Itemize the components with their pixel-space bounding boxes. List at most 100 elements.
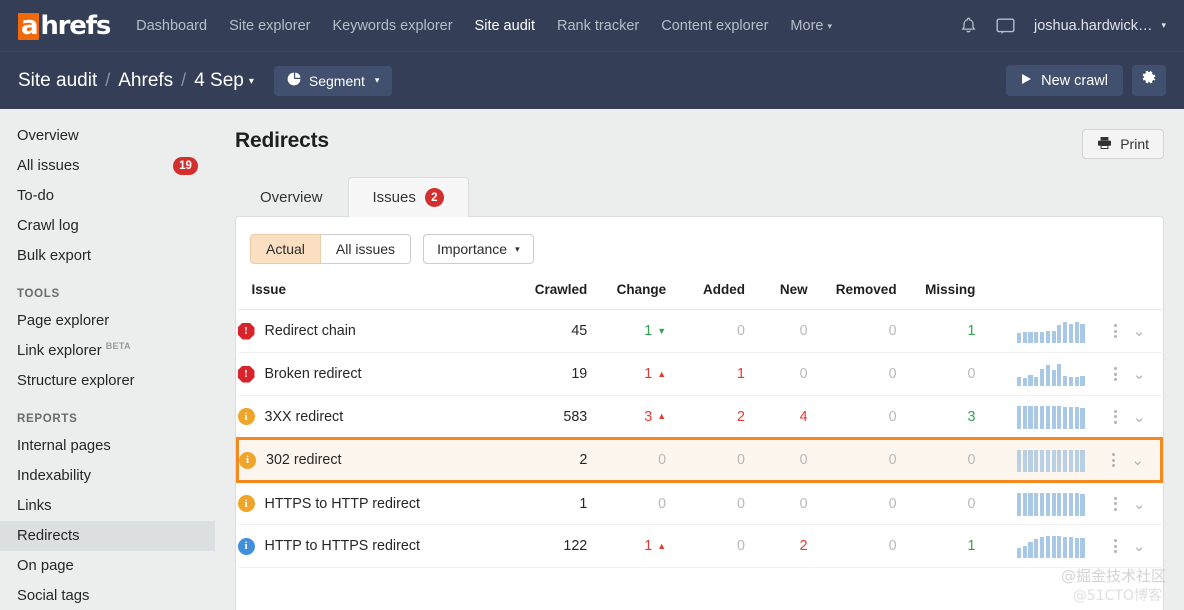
kebab-menu-icon[interactable] — [1108, 320, 1123, 342]
col-added[interactable]: Added — [666, 278, 745, 310]
sidebar-item-label: Page explorer — [17, 313, 110, 329]
table-row[interactable]: i HTTPS to HTTP redirect 1 0 0 0 0 0 ⌄ — [237, 481, 1162, 525]
tab-bar: Overview Issues 2 — [235, 177, 1164, 217]
print-button[interactable]: Print — [1082, 129, 1164, 159]
nav-link-dashboard[interactable]: Dashboard — [136, 18, 207, 34]
bell-icon[interactable] — [960, 17, 977, 35]
sparkline-bar — [1051, 449, 1056, 472]
table-row[interactable]: i 3XX redirect 583 3 ▲ 2 4 0 3 ⌄ — [237, 395, 1162, 439]
sidebar-item-bulk-export[interactable]: Bulk export — [0, 241, 215, 271]
chevron-down-icon[interactable]: ⌄ — [1129, 406, 1150, 428]
breadcrumb-actions: New crawl — [1006, 65, 1166, 96]
issue-cell[interactable]: i 3XX redirect — [237, 395, 509, 439]
new-crawl-button[interactable]: New crawl — [1006, 65, 1123, 96]
issue-cell[interactable]: ! Redirect chain — [237, 309, 509, 353]
col-change[interactable]: Change — [587, 278, 667, 310]
sparkline-bar — [1068, 376, 1074, 386]
sidebar-item-links[interactable]: Links — [0, 491, 215, 521]
crawled-cell: 19 — [508, 352, 588, 396]
nav-link-site-explorer[interactable]: Site explorer — [229, 18, 310, 34]
issue-name: Redirect chain — [264, 323, 356, 339]
chevron-down-icon[interactable]: ⌄ — [1129, 493, 1150, 515]
issue-cell[interactable]: i 302 redirect — [236, 437, 509, 483]
sparkline-bar — [1080, 375, 1085, 386]
sparkline-bar — [1039, 406, 1045, 429]
tab-issues[interactable]: Issues 2 — [347, 177, 469, 217]
kebab-menu-icon[interactable] — [1106, 449, 1121, 471]
nav-link-keywords-explorer[interactable]: Keywords explorer — [332, 18, 452, 34]
table-row[interactable]: ! Redirect chain 45 1 ▼ 0 0 0 1 ⌄ — [237, 309, 1162, 353]
kebab-menu-icon[interactable] — [1108, 363, 1123, 385]
triangle-up-icon: ▲ — [657, 540, 667, 551]
breadcrumb-date-selector[interactable]: 4 Sep ▾ — [194, 70, 254, 92]
crawled-value: 1 — [579, 495, 588, 512]
sidebar-item-label: Crawl log — [17, 218, 79, 234]
sparkline-bar — [1080, 407, 1085, 429]
breadcrumb-site-audit[interactable]: Site audit — [18, 70, 97, 92]
added-cell: 0 — [666, 437, 745, 483]
new-cell: 0 — [744, 437, 808, 483]
new-cell-value: 0 — [799, 323, 808, 339]
nav-link-more[interactable]: More ▾ — [790, 18, 832, 34]
chat-icon[interactable] — [996, 17, 1015, 35]
missing-cell: 3 — [896, 395, 976, 439]
chevron-down-icon[interactable]: ⌄ — [1127, 449, 1148, 471]
kebab-menu-icon[interactable] — [1108, 406, 1123, 428]
kebab-menu-icon[interactable] — [1108, 493, 1123, 515]
nav-link-content-explorer[interactable]: Content explorer — [661, 18, 768, 34]
col-removed[interactable]: Removed — [807, 278, 897, 310]
sidebar-item-to-do[interactable]: To-do — [0, 181, 215, 211]
sidebar-item-page-explorer[interactable]: Page explorer — [0, 306, 215, 336]
sparkline-chart — [975, 362, 1085, 386]
col-new[interactable]: New — [744, 278, 808, 310]
sidebar-item-redirects[interactable]: Redirects — [0, 521, 215, 551]
chevron-down-icon[interactable]: ⌄ — [1129, 535, 1150, 557]
segment-button[interactable]: Segment ▾ — [273, 65, 393, 96]
removed-cell-value: 0 — [888, 408, 897, 425]
kebab-menu-icon[interactable] — [1108, 535, 1123, 557]
change-cell: 3 ▲ — [587, 395, 667, 439]
nav-link-site-audit[interactable]: Site audit — [475, 18, 535, 34]
filter-actual-button[interactable]: Actual — [250, 234, 321, 264]
sidebar-item-structure-explorer[interactable]: Structure explorer — [0, 366, 215, 396]
table-row[interactable]: ! Broken redirect 19 1 ▲ 1 0 0 0 ⌄ — [237, 352, 1162, 396]
gear-icon — [1141, 70, 1157, 91]
sidebar-item-social-tags[interactable]: Social tags — [0, 581, 215, 610]
tab-overview[interactable]: Overview — [235, 177, 348, 217]
nav-link-rank-tracker[interactable]: Rank tracker — [557, 18, 639, 34]
chevron-down-icon[interactable]: ⌄ — [1129, 320, 1150, 342]
sparkline-bar — [1074, 407, 1079, 429]
col-crawled[interactable]: Crawled — [508, 278, 588, 310]
col-missing[interactable]: Missing — [896, 278, 976, 310]
importance-dropdown[interactable]: Importance ▾ — [423, 234, 534, 264]
sparkline-bar — [1051, 330, 1056, 343]
sidebar-item-internal-pages[interactable]: Internal pages — [0, 431, 215, 461]
sidebar-item-label: Links — [17, 498, 52, 514]
sidebar-item-overview[interactable]: Overview — [0, 121, 215, 151]
new-cell-value: 0 — [799, 495, 808, 512]
sidebar-item-indexability[interactable]: Indexability — [0, 461, 215, 491]
issue-cell[interactable]: ! Broken redirect — [237, 352, 509, 396]
col-issue[interactable]: Issue — [237, 278, 509, 310]
sparkline-chart — [975, 319, 1085, 343]
user-menu[interactable]: joshua.hardwick… ▾ — [1034, 18, 1166, 34]
settings-button[interactable] — [1132, 65, 1166, 96]
issue-cell[interactable]: i HTTPS to HTTP redirect — [237, 481, 509, 525]
row-actions-cell: ⌄ — [1084, 524, 1162, 568]
sidebar-item-on-page[interactable]: On page — [0, 551, 215, 581]
sidebar-item-link-explorer[interactable]: Link explorer BETA — [0, 336, 215, 366]
sparkline-bar — [1080, 323, 1085, 343]
filter-all-issues-button[interactable]: All issues — [320, 234, 412, 264]
sparkline-bar — [1016, 332, 1021, 343]
sparkline-bar — [1022, 545, 1027, 558]
ahrefs-logo[interactable]: a hrefs — [18, 11, 111, 41]
sidebar-section-tools: TOOLS — [17, 288, 60, 300]
issue-cell[interactable]: i HTTP to HTTPS redirect — [237, 524, 509, 568]
chevron-down-icon[interactable]: ⌄ — [1129, 363, 1150, 385]
table-row[interactable]: i HTTP to HTTPS redirect 122 1 ▲ 0 2 0 1 … — [237, 524, 1162, 568]
new-cell: 0 — [744, 352, 808, 396]
sidebar-item-all-issues[interactable]: All issues 19 — [0, 151, 215, 181]
table-row[interactable]: i 302 redirect 2 0 0 0 0 0 ⌄ — [236, 437, 1163, 483]
breadcrumb-project[interactable]: Ahrefs — [118, 70, 173, 92]
sidebar-item-crawl-log[interactable]: Crawl log — [0, 211, 215, 241]
